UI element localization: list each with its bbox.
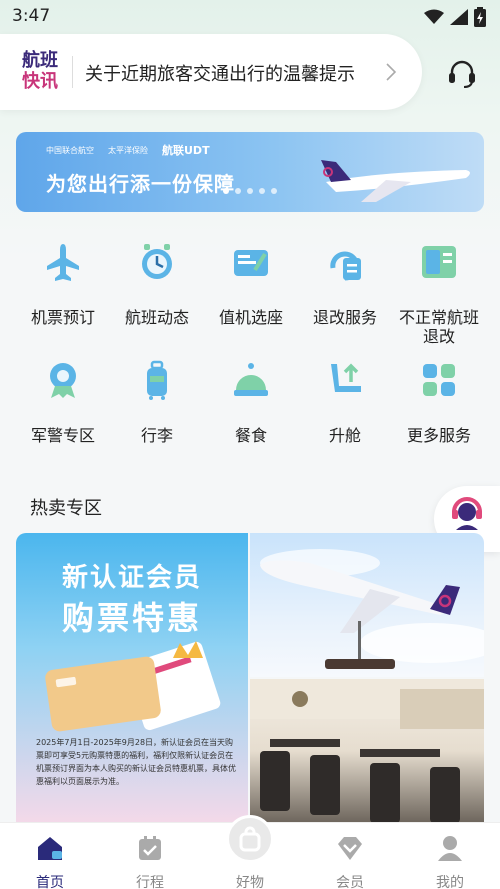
vip-card-illustration <box>45 641 221 732</box>
service-irregular-flight[interactable]: 不正常航班 退改 <box>392 240 486 346</box>
service-label: 值机选座 <box>218 308 283 327</box>
tab-label: 会员 <box>336 875 364 889</box>
service-label: 机票预订 <box>30 308 95 327</box>
flight-news-text[interactable]: 关于近期旅客交通出行的温馨提示 <box>85 60 355 86</box>
flight-news-bar[interactable]: 航班 快讯 关于近期旅客交通出行的温馨提示 <box>0 34 422 110</box>
service-military-zone[interactable]: 军警专区 <box>16 358 110 445</box>
aircraft-model-illustration <box>260 549 484 669</box>
irregular-flight-icon <box>422 246 456 278</box>
promo-title-line1: 新认证会员 <box>61 563 202 593</box>
tab-label: 好物 <box>236 875 264 889</box>
status-bar: 3:47 <box>0 0 500 34</box>
service-more[interactable]: 更多服务 <box>392 358 486 445</box>
service-label: 升舱 <box>328 426 361 445</box>
wifi-icon <box>424 9 444 24</box>
headset-icon[interactable] <box>443 54 481 92</box>
signal-icon <box>450 9 468 25</box>
refund-change-icon <box>330 251 361 281</box>
service-label: 行李 <box>140 426 173 445</box>
member-promo-card[interactable]: 新认证会员 购票特惠 2025年7月1日-2025年9月28日，新认证会员在当天… <box>16 533 248 823</box>
flight-news-logo-line1: 航班 <box>22 50 58 71</box>
status-icons <box>424 7 486 27</box>
shop-center-button[interactable] <box>226 815 274 863</box>
service-refund-change[interactable]: 退改服务 <box>298 240 392 327</box>
insurance-banner[interactable]: 中国联合航空 太平洋保险 航联UDT 为您出行添一份保障 <box>16 132 484 212</box>
service-label: 更多服务 <box>406 426 471 445</box>
lounge-illustration <box>250 679 484 823</box>
service-checkin-seat[interactable]: 值机选座 <box>204 240 298 327</box>
service-label: 不正常航班 退改 <box>398 308 479 346</box>
more-services-icon <box>423 364 455 396</box>
service-luggage[interactable]: 行李 <box>110 358 204 445</box>
flight-news-logo: 航班 快讯 <box>20 50 60 94</box>
service-label: 餐食 <box>234 426 267 445</box>
lounge-promo-card[interactable] <box>250 679 484 823</box>
meal-icon <box>234 363 268 396</box>
banner-logo-cpic: 太平洋保险 <box>108 145 148 155</box>
tab-member[interactable]: 会员 <box>300 823 400 889</box>
profile-icon <box>438 836 462 861</box>
aircraft-promo-card[interactable] <box>250 533 484 677</box>
tab-label: 行程 <box>136 875 164 889</box>
tab-label: 我的 <box>436 875 464 889</box>
banner-logo-udt: 航联UDT <box>162 144 210 157</box>
service-ticket-booking[interactable]: 机票预订 <box>16 240 110 327</box>
battery-icon <box>474 7 486 27</box>
shopping-bag-icon <box>239 826 261 852</box>
service-label: 退改服务 <box>312 308 377 327</box>
luggage-icon <box>147 360 167 400</box>
status-time: 3:47 <box>12 6 51 26</box>
pager-dot <box>259 188 265 194</box>
banner-text: 为您出行添一份保障 <box>46 172 235 196</box>
hot-section-title: 热卖专区 <box>30 498 102 519</box>
service-flight-status[interactable]: 航班动态 <box>110 240 204 327</box>
service-label: 航班动态 <box>124 308 189 327</box>
tab-itinerary[interactable]: 行程 <box>100 823 200 889</box>
service-meal[interactable]: 餐食 <box>204 358 298 445</box>
promo-fine-print: 2025年7月1日-2025年9月28日，新认证会员在当天购票即可享受5元购票特… <box>36 738 236 786</box>
banner-logos: 中国联合航空 太平洋保险 航联UDT <box>46 142 210 158</box>
flight-status-icon <box>142 244 172 279</box>
tab-profile[interactable]: 我的 <box>400 823 500 889</box>
pager-dot <box>223 188 229 194</box>
chevron-right-icon <box>386 63 397 81</box>
tab-label: 首页 <box>36 875 64 889</box>
pager-dot <box>247 188 253 194</box>
checkin-seat-icon <box>234 250 268 276</box>
flight-news-logo-line2: 快讯 <box>22 71 58 92</box>
home-icon <box>38 837 62 860</box>
tab-home[interactable]: 首页 <box>0 823 100 889</box>
pager-dot <box>271 188 277 194</box>
upgrade-icon <box>331 363 361 392</box>
military-badge-icon <box>50 363 76 398</box>
member-diamond-icon <box>338 837 362 860</box>
banner-logo-china-united: 中国联合航空 <box>46 145 94 155</box>
service-upgrade[interactable]: 升舱 <box>298 358 392 445</box>
divider <box>72 56 73 88</box>
service-label: 军警专区 <box>30 426 95 445</box>
plane-icon <box>47 244 79 281</box>
customer-service-avatar-icon <box>452 497 482 530</box>
airplane-illustration <box>321 160 470 202</box>
pager-dot <box>235 188 241 194</box>
itinerary-icon <box>139 836 161 860</box>
